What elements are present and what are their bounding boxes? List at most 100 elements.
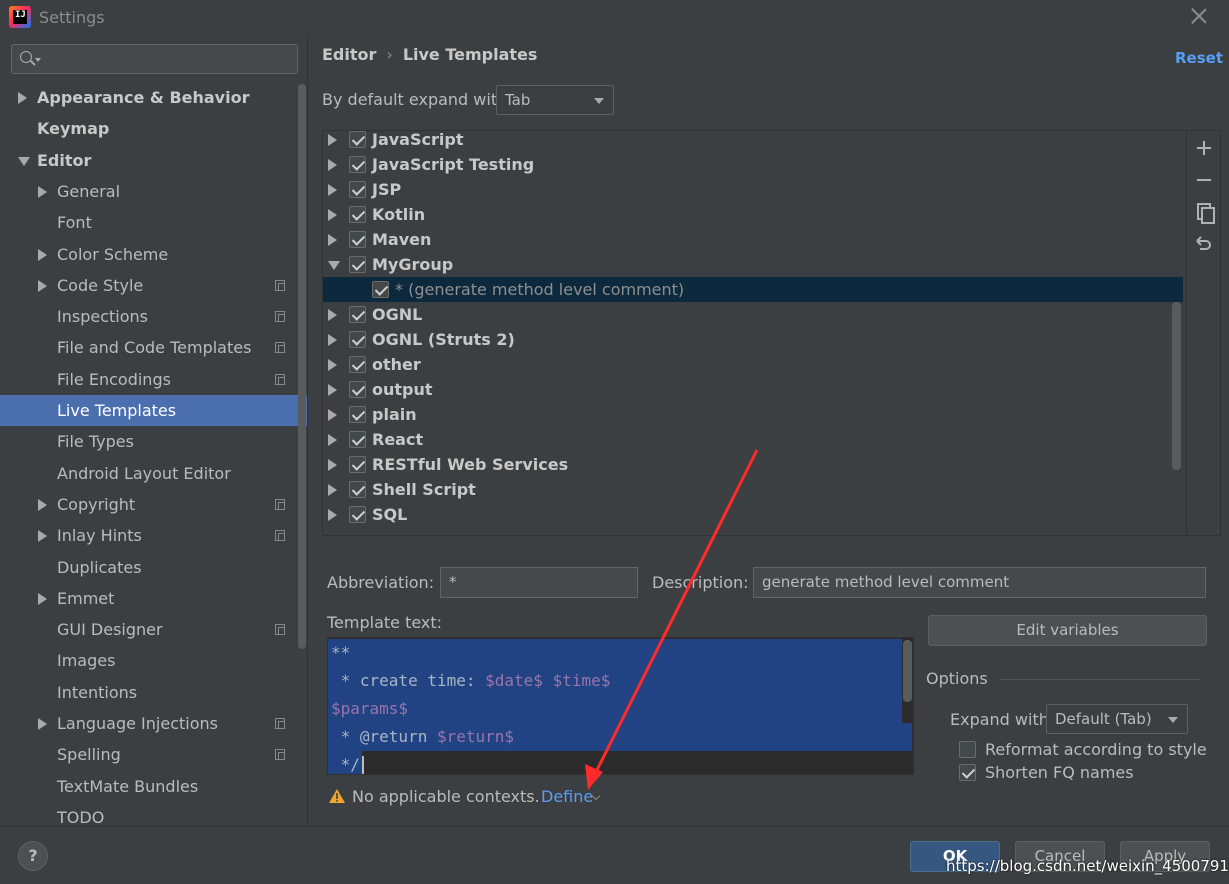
sidebar-item-file-encodings[interactable]: File Encodings: [0, 364, 298, 395]
chevron-right-icon[interactable]: [328, 434, 337, 446]
close-icon[interactable]: [1186, 4, 1212, 30]
abbreviation-field[interactable]: *: [440, 567, 638, 598]
sidebar-item-images[interactable]: Images: [0, 645, 298, 676]
sidebar-item-appearance-behavior[interactable]: Appearance & Behavior: [0, 82, 298, 113]
template-text-editor[interactable]: ** * create time: $date$ $time$ $params$…: [327, 637, 914, 775]
edit-variables-button[interactable]: Edit variables: [928, 615, 1207, 646]
template-group[interactable]: other: [323, 352, 1183, 377]
group-checkbox[interactable]: [349, 481, 366, 498]
group-checkbox[interactable]: [349, 306, 366, 323]
chevron-right-icon[interactable]: [38, 530, 47, 543]
sidebar-scrollbar[interactable]: [298, 84, 306, 649]
group-checkbox[interactable]: [349, 206, 366, 223]
group-checkbox[interactable]: [349, 181, 366, 198]
sidebar-item-copyright[interactable]: Copyright: [0, 489, 298, 520]
sidebar-item-spelling[interactable]: Spelling: [0, 739, 298, 770]
template-group[interactable]: MyGroup: [323, 252, 1183, 277]
template-group[interactable]: output: [323, 377, 1183, 402]
group-checkbox[interactable]: [349, 331, 366, 348]
sidebar-item-gui-designer[interactable]: GUI Designer: [0, 614, 298, 645]
group-checkbox[interactable]: [349, 406, 366, 423]
group-checkbox[interactable]: [372, 281, 389, 298]
chevron-right-icon[interactable]: [328, 459, 337, 471]
group-checkbox[interactable]: [349, 156, 366, 173]
template-item[interactable]: * (generate method level comment): [323, 277, 1183, 302]
chevron-down-icon[interactable]: [328, 261, 340, 270]
reset-link[interactable]: Reset: [1175, 49, 1223, 67]
sidebar-item-editor[interactable]: Editor: [0, 145, 298, 176]
breadcrumb-editor[interactable]: Editor: [322, 45, 376, 64]
group-checkbox[interactable]: [349, 381, 366, 398]
sidebar-item-general[interactable]: General: [0, 176, 298, 207]
sidebar-item-color-scheme[interactable]: Color Scheme: [0, 239, 298, 270]
search-input[interactable]: [11, 44, 298, 74]
chevron-right-icon[interactable]: [328, 334, 337, 346]
sidebar-item-android-layout-editor[interactable]: Android Layout Editor: [0, 458, 298, 489]
chevron-right-icon[interactable]: [328, 359, 337, 371]
chevron-right-icon[interactable]: [38, 279, 47, 292]
chevron-right-icon[interactable]: [328, 184, 337, 196]
group-checkbox[interactable]: [349, 131, 366, 148]
chevron-right-icon[interactable]: [328, 484, 337, 496]
sidebar-item-inspections[interactable]: Inspections: [0, 301, 298, 332]
chevron-right-icon[interactable]: [18, 92, 27, 104]
revert-icon[interactable]: [1192, 232, 1216, 256]
group-checkbox[interactable]: [349, 356, 366, 373]
chevron-right-icon[interactable]: [38, 248, 47, 261]
define-contexts-link[interactable]: Define: [541, 787, 593, 806]
template-group[interactable]: RESTful Web Services: [323, 452, 1183, 477]
sidebar-item-emmet[interactable]: Emmet: [0, 583, 298, 614]
chevron-down-icon[interactable]: [18, 156, 30, 166]
group-checkbox[interactable]: [349, 231, 366, 248]
sidebar-item-intentions[interactable]: Intentions: [0, 677, 298, 708]
template-group[interactable]: OGNL (Struts 2): [323, 327, 1183, 352]
plus-icon[interactable]: [1192, 136, 1216, 160]
group-checkbox[interactable]: [349, 431, 366, 448]
chevron-right-icon[interactable]: [38, 592, 47, 605]
expand-with-options-select[interactable]: Default (Tab): [1046, 704, 1188, 734]
chevron-right-icon[interactable]: [38, 718, 47, 730]
chevron-right-icon[interactable]: [328, 384, 337, 396]
template-group[interactable]: React: [323, 427, 1183, 452]
group-checkbox[interactable]: [349, 506, 366, 523]
group-checkbox[interactable]: [349, 456, 366, 473]
help-button[interactable]: ?: [18, 841, 48, 871]
minus-icon[interactable]: [1192, 168, 1216, 192]
group-checkbox[interactable]: [349, 256, 366, 273]
sidebar-item-live-templates[interactable]: Live Templates: [0, 395, 307, 426]
reformat-checkbox[interactable]: [959, 741, 976, 758]
template-group[interactable]: SQL: [323, 502, 1183, 527]
sidebar-item-code-style[interactable]: Code Style: [0, 270, 298, 301]
chevron-right-icon[interactable]: [328, 159, 337, 171]
chevron-right-icon[interactable]: [328, 409, 337, 421]
shorten-fq-checkbox[interactable]: [959, 764, 976, 781]
chevron-right-icon[interactable]: [38, 498, 47, 511]
chevron-right-icon[interactable]: [38, 185, 47, 198]
chevron-right-icon[interactable]: [328, 509, 337, 521]
sidebar-item-font[interactable]: Font: [0, 207, 298, 238]
template-group[interactable]: JSP: [323, 177, 1183, 202]
expand-with-select[interactable]: Tab: [496, 85, 614, 115]
sidebar-item-file-types[interactable]: File Types: [0, 426, 298, 457]
description-field[interactable]: generate method level comment: [753, 567, 1206, 598]
chevron-right-icon[interactable]: [328, 234, 337, 246]
sidebar-item-todo[interactable]: TODO: [0, 802, 298, 826]
sidebar-item-inlay-hints[interactable]: Inlay Hints: [0, 520, 298, 551]
template-group[interactable]: Kotlin: [323, 202, 1183, 227]
copy-icon[interactable]: [1192, 200, 1216, 224]
template-group[interactable]: JavaScript Testing: [323, 152, 1183, 177]
sidebar-item-file-code-templates[interactable]: File and Code Templates: [0, 332, 298, 363]
chevron-right-icon[interactable]: [328, 309, 337, 321]
template-group[interactable]: JavaScript: [323, 131, 1183, 152]
template-group[interactable]: plain: [323, 402, 1183, 427]
chevron-right-icon[interactable]: [328, 134, 337, 146]
template-group[interactable]: Shell Script: [323, 477, 1183, 502]
chevron-right-icon[interactable]: [328, 209, 337, 221]
sidebar-item-keymap[interactable]: Keymap: [0, 113, 298, 144]
sidebar-item-textmate-bundles[interactable]: TextMate Bundles: [0, 771, 298, 802]
tree-scrollbar[interactable]: [1172, 302, 1181, 470]
sidebar-item-language-injections[interactable]: Language Injections: [0, 708, 298, 739]
sidebar-item-duplicates[interactable]: Duplicates: [0, 552, 298, 583]
template-group[interactable]: OGNL: [323, 302, 1183, 327]
template-scrollbar[interactable]: [903, 640, 912, 702]
